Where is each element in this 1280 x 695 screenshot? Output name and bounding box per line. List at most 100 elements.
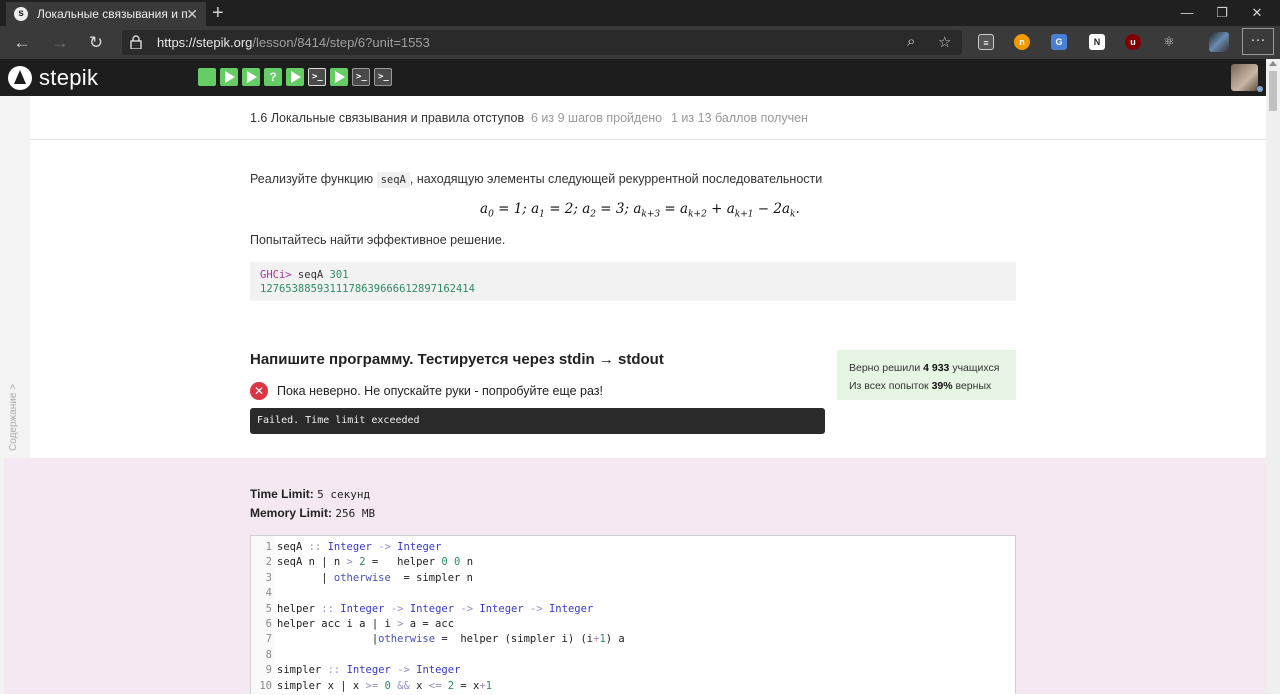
code-line[interactable]: 10 simpler x | x >= 0 && x <= 2 = x+1 <box>251 679 492 694</box>
line-number: 10 <box>259 679 272 692</box>
code-line-text: simpler :: Integer -> Integer <box>277 664 461 677</box>
error-x-icon: ✕ <box>250 382 268 400</box>
tab-title: Локальные связывания и прави <box>37 7 187 21</box>
step-2-done-play[interactable] <box>220 68 238 86</box>
task-intro-before: Реализуйте функцию <box>250 172 374 186</box>
tab-close-icon[interactable]: ✕ <box>186 6 198 23</box>
extension-orange-icon[interactable]: n <box>1014 34 1030 50</box>
notion-icon[interactable]: N <box>1089 34 1105 50</box>
code-line[interactable]: 6 helper acc i a | i > a = acc <box>251 617 454 632</box>
refresh-icon[interactable]: ↻ <box>82 31 110 55</box>
lesson-header: 1.6 Локальные связывания и правила отсту… <box>30 96 1266 140</box>
reading-view-icon[interactable]: ≡ <box>978 34 994 50</box>
browser-navbar: ← → ↻ https://stepik.org/lesson/8414/ste… <box>0 26 1280 59</box>
solve-stats: Верно решили 4 933 учащихся Из всех попы… <box>837 350 1016 400</box>
code-line-text: seqA :: Integer -> Integer <box>277 541 442 553</box>
time-limit-label: Time Limit: <box>250 487 314 501</box>
stats-attempts-prefix: Из всех попыток <box>849 380 932 392</box>
step-6-current-code[interactable]: >_ <box>308 68 326 86</box>
terminal-icon: >_ <box>312 72 323 82</box>
stats-solved-count: 4 933 <box>923 362 950 374</box>
step-4-done-quiz[interactable]: ? <box>264 68 282 86</box>
stepik-logo-icon <box>8 66 32 90</box>
stats-solved-suffix: учащихся <box>949 362 1000 374</box>
new-tab-icon[interactable]: + <box>212 2 224 24</box>
line-number: 8 <box>265 648 272 661</box>
ghci-prompt: GHCi> <box>260 269 292 281</box>
memory-limit-value: 256 MB <box>335 507 376 520</box>
step-navigation: ? >_ >_ >_ <box>198 68 392 86</box>
step-1-done-text[interactable] <box>198 68 216 86</box>
code-line[interactable]: 1 seqA :: Integer -> Integer <box>251 540 442 555</box>
line-number: 2 <box>265 556 272 569</box>
url-text: https://stepik.org/lesson/8414/step/6?un… <box>157 35 430 50</box>
code-line[interactable]: 5 helper :: Integer -> Integer -> Integer… <box>251 602 594 617</box>
memory-limit: Memory Limit: 256 MB <box>250 506 375 520</box>
submission-heading: Напишите программу. Тестируется через st… <box>250 351 664 368</box>
scroll-up-icon[interactable] <box>1269 61 1277 66</box>
video-play-icon <box>247 71 257 83</box>
time-limit-value: 5 секунд <box>317 488 371 501</box>
translate-icon[interactable]: G <box>1051 34 1067 50</box>
window-close-icon[interactable]: ✕ <box>1234 0 1280 26</box>
func-name: seqA <box>376 172 410 188</box>
more-menu-icon[interactable]: ··· <box>1242 28 1274 55</box>
code-line-text: helper acc i a | i > a = acc <box>277 618 455 630</box>
stats-solved: Верно решили 4 933 учащихся <box>849 359 1016 377</box>
memory-limit-label: Memory Limit: <box>250 506 333 520</box>
terminal-icon: >_ <box>378 72 389 82</box>
stepik-header: stepik ? >_ >_ >_ <box>0 59 1266 96</box>
step-7-done-play[interactable] <box>330 68 348 86</box>
task-hint: Попытайтесь найти эффективное решение. <box>250 233 506 247</box>
code-line-text: helper :: Integer -> Integer -> Integer … <box>277 602 594 615</box>
code-line[interactable]: 9 simpler :: Integer -> Integer <box>251 663 461 678</box>
stepik-logo[interactable]: stepik <box>8 65 98 91</box>
browser-tabbar: s Локальные связывания и прави ✕ + — ❐ ✕ <box>0 0 1280 26</box>
stepik-favicon-icon: s <box>14 7 28 21</box>
scroll-thumb[interactable] <box>1269 71 1277 111</box>
profile-avatar[interactable] <box>1209 32 1229 52</box>
code-line-text: simpler x | x >= 0 && x <= 2 = x+1 <box>277 679 493 692</box>
ublock-icon[interactable]: u <box>1125 34 1141 50</box>
video-play-icon <box>225 71 235 83</box>
notification-dot <box>1257 86 1263 92</box>
step-8-code[interactable]: >_ <box>352 68 370 86</box>
score-progress: 1 из 13 баллов получен <box>671 111 808 125</box>
step-9-code[interactable]: >_ <box>374 68 392 86</box>
video-play-icon <box>335 71 345 83</box>
back-icon[interactable]: ← <box>8 31 36 55</box>
stats-attempts-pct: 39% <box>931 380 953 392</box>
step-3-done-play[interactable] <box>242 68 260 86</box>
forward-icon[interactable]: → <box>46 31 74 55</box>
browser-tab[interactable]: s Локальные связывания и прави ✕ <box>6 2 206 26</box>
error-line: ✕ Пока неверно. Не опускайте руки - попр… <box>250 382 603 400</box>
toc-label[interactable]: Содержание > <box>8 384 19 451</box>
code-line-text: |otherwise = helper (simpler i) (i+1) a <box>277 633 625 646</box>
react-devtools-icon[interactable]: ⚛ <box>1161 34 1177 50</box>
ghci-input-line: GHCi> seqA 301 <box>260 268 1006 282</box>
code-line[interactable]: 3 | otherwise = simpler n <box>251 571 473 586</box>
favorite-star-icon[interactable]: ☆ <box>938 33 951 51</box>
user-avatar[interactable] <box>1231 64 1258 91</box>
address-bar[interactable]: https://stepik.org/lesson/8414/step/6?un… <box>122 30 962 55</box>
stats-solved-prefix: Верно решили <box>849 362 924 374</box>
code-line[interactable]: 8 <box>251 648 277 663</box>
code-line-text: | otherwise = simpler n <box>277 571 473 584</box>
step-5-done-play[interactable] <box>286 68 304 86</box>
line-number: 9 <box>265 664 272 677</box>
lesson-title[interactable]: 1.6 Локальные связывания и правила отсту… <box>250 111 524 125</box>
url-path: /lesson/8414/step/6?unit=1553 <box>252 35 430 50</box>
code-line[interactable]: 4 <box>251 586 277 601</box>
line-number: 5 <box>265 602 272 615</box>
zoom-icon[interactable]: ⌕ <box>907 33 915 50</box>
code-line[interactable]: 2 seqA n | n > 2 = helper 0 0 n <box>251 555 473 570</box>
line-number: 1 <box>265 541 272 553</box>
code-editor[interactable]: 1 seqA :: Integer -> Integer2 seqA n | n >… <box>250 535 1016 695</box>
code-line[interactable]: 7 |otherwise = helper (simpler i) (i+1) … <box>251 632 625 647</box>
ghci-example: GHCi> seqA 301 1276538859311178639666612… <box>250 262 1016 301</box>
line-number: 7 <box>265 633 272 646</box>
stats-attempts: Из всех попыток 39% верных <box>849 377 1016 395</box>
ghci-command: seqA <box>291 269 330 281</box>
stats-attempts-suffix: верных <box>952 380 992 392</box>
page-scrollbar[interactable] <box>1266 59 1280 694</box>
